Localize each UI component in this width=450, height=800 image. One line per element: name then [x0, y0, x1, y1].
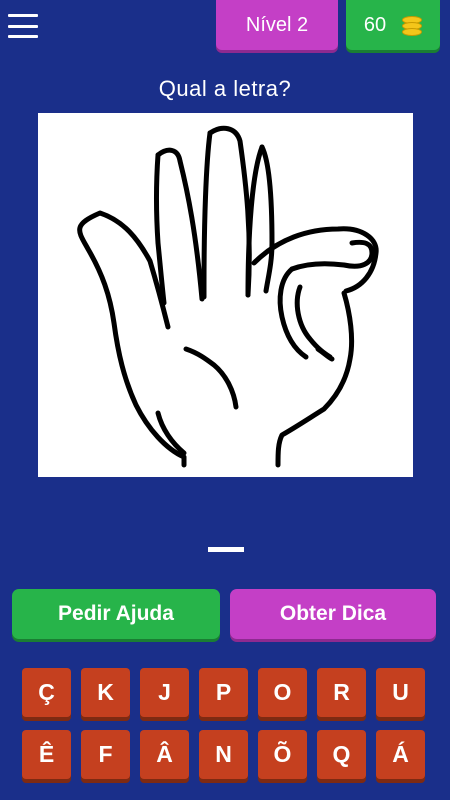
answer-slot[interactable]	[208, 547, 244, 552]
keyboard-row-1: Ç K J P O R U	[22, 668, 430, 717]
hand-sign-drawing	[77, 125, 379, 468]
letter-key[interactable]: J	[140, 668, 189, 717]
letter-key[interactable]: K	[81, 668, 130, 717]
hint-button[interactable]: Obter Dica	[230, 589, 436, 639]
letter-key[interactable]: O	[258, 668, 307, 717]
letter-key[interactable]: N	[199, 730, 248, 779]
hand-sign-image	[38, 113, 413, 477]
coins-badge[interactable]: 60	[346, 0, 440, 50]
coin-stack-icon	[400, 14, 423, 36]
menu-icon[interactable]	[8, 12, 38, 40]
letter-keyboard: Ç K J P O R U Ê F Â N Õ Q Á	[22, 668, 430, 792]
help-button[interactable]: Pedir Ajuda	[12, 589, 220, 639]
letter-key[interactable]: Õ	[258, 730, 307, 779]
letter-key[interactable]: Q	[317, 730, 366, 779]
letter-key[interactable]: Ç	[22, 668, 71, 717]
letter-key[interactable]: Á	[376, 730, 425, 779]
keyboard-row-2: Ê F Â N Õ Q Á	[22, 730, 430, 779]
help-button-label: Pedir Ajuda	[58, 602, 174, 625]
level-label: Nível 2	[245, 13, 309, 36]
level-badge: Nível 2	[216, 0, 338, 50]
letter-key[interactable]: P	[199, 668, 248, 717]
hint-button-label: Obter Dica	[279, 602, 387, 625]
letter-key[interactable]: Ê	[22, 730, 71, 779]
question-text: Qual a letra?	[158, 76, 292, 101]
letter-key[interactable]: R	[317, 668, 366, 717]
letter-key[interactable]: F	[81, 730, 130, 779]
letter-key[interactable]: U	[376, 668, 425, 717]
coins-count: 60	[363, 13, 387, 36]
letter-key[interactable]: Â	[140, 730, 189, 779]
